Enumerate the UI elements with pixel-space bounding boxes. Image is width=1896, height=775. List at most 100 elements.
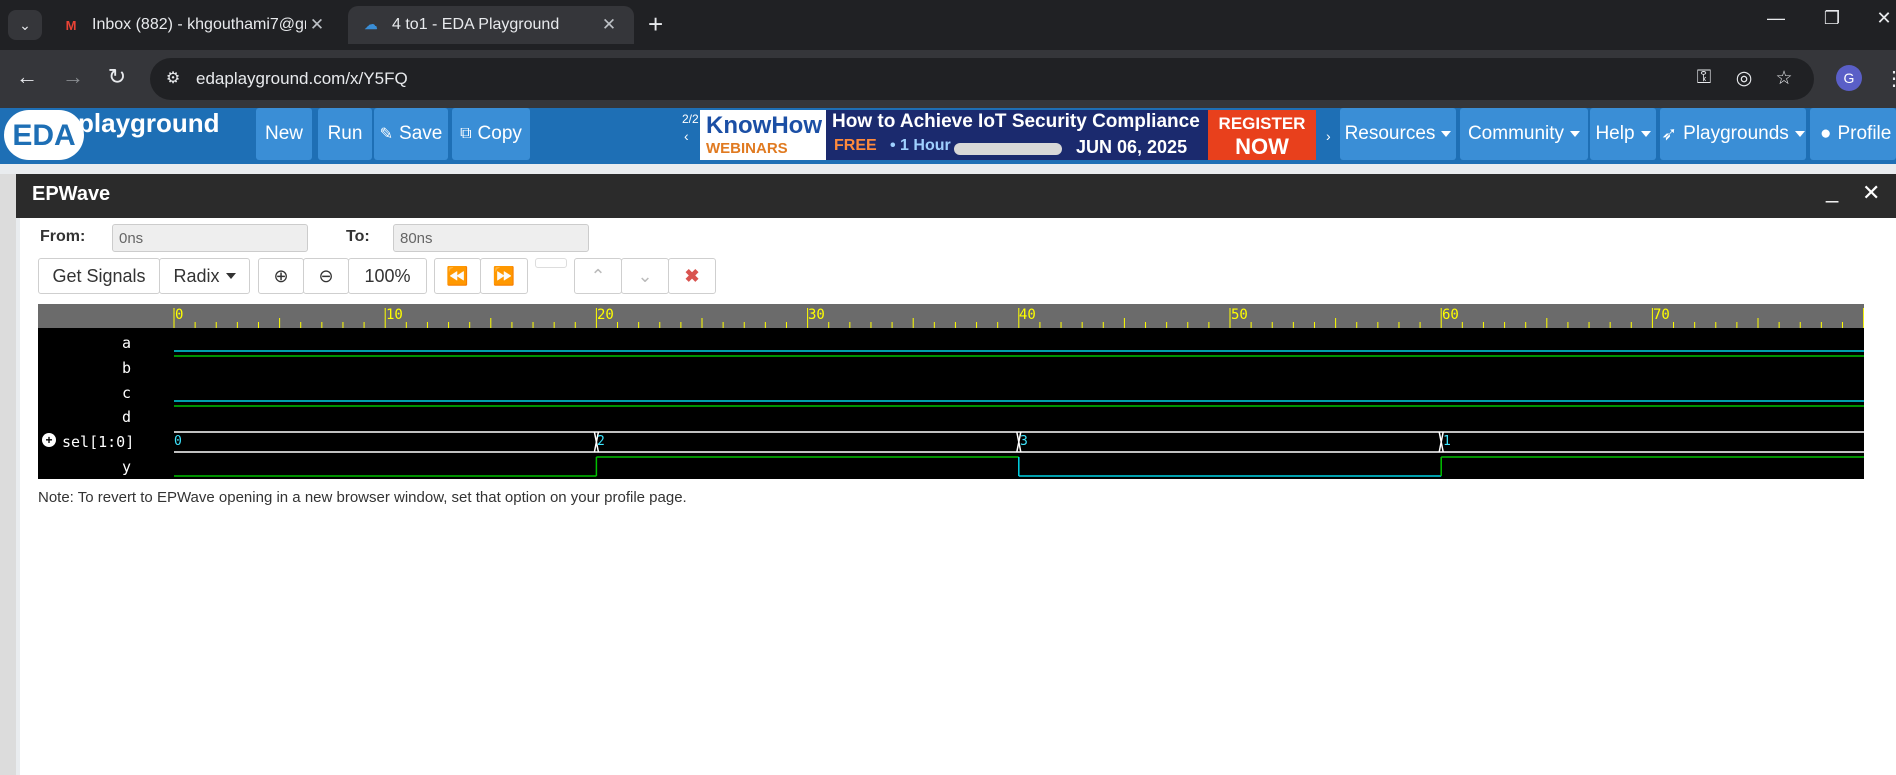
- zoom-in-icon: ⊕: [273, 265, 289, 286]
- help-label: Help: [1595, 123, 1635, 144]
- gmail-icon: M: [65, 17, 77, 33]
- small-blank-button[interactable]: [535, 258, 567, 268]
- to-input[interactable]: 80ns: [393, 224, 589, 252]
- playgrounds-menu[interactable]: ➶ Playgrounds: [1660, 108, 1806, 160]
- radix-button[interactable]: Radix: [159, 258, 250, 294]
- ad-date: JUN 06, 2025: [1076, 137, 1188, 157]
- close-icon[interactable]: ✕: [1862, 180, 1880, 206]
- fast-forward-icon: ⏩: [492, 265, 516, 286]
- ad-prev-icon[interactable]: ‹: [684, 128, 689, 144]
- signal-name-d[interactable]: d: [122, 408, 131, 426]
- tab-title: 4 to1 - EDA Playground: [392, 16, 560, 33]
- reload-icon[interactable]: ↻: [102, 64, 132, 90]
- zoom-out-icon: ⊖: [318, 265, 334, 286]
- chevron-down-icon: [1794, 131, 1805, 137]
- from-label: From:: [40, 228, 86, 245]
- run-button-label: Run: [327, 123, 363, 144]
- tab-gmail[interactable]: M Inbox (882) - khgouthami7@gmail.com ✕: [48, 6, 342, 44]
- resources-label: Resources: [1344, 123, 1436, 144]
- community-menu[interactable]: Community: [1460, 108, 1588, 160]
- tab-title: Inbox (882) - khgouthami7@gmail.com: [92, 16, 306, 33]
- ad-free: FREE: [834, 137, 877, 154]
- signal-name-c[interactable]: c: [122, 384, 131, 402]
- browser-menu-icon[interactable]: ⋮: [1884, 66, 1896, 91]
- ruler-label: 30: [808, 307, 825, 323]
- ad-now-text: NOW: [1235, 134, 1289, 159]
- chevron-down-icon: [1640, 131, 1651, 137]
- zoom-out-button[interactable]: ⊖: [303, 258, 349, 294]
- address-bar[interactable]: ⚙ edaplayground.com/x/Y5FQ ⚿ ◎ ☆: [150, 58, 1814, 100]
- profile-label: Profile: [1837, 123, 1892, 144]
- fast-forward-button[interactable]: ⏩: [480, 258, 528, 294]
- ad-slider: [954, 143, 1062, 155]
- close-window-button[interactable]: ✕: [1864, 8, 1896, 29]
- from-input[interactable]: 0ns: [112, 224, 308, 252]
- sel-value: 1: [1443, 434, 1451, 449]
- ruler-label: 60: [1442, 307, 1459, 323]
- waveform-canvas: [38, 304, 1864, 477]
- browser-toolbar: ← → ↻ ⚙ edaplayground.com/x/Y5FQ ⚿ ◎ ☆: [0, 50, 1896, 108]
- back-icon[interactable]: ←: [12, 64, 42, 90]
- chevron-down-icon: [1570, 131, 1581, 137]
- close-icon[interactable]: ✕: [306, 15, 328, 35]
- copy-button-label: Copy: [477, 123, 522, 144]
- forward-icon[interactable]: →: [58, 64, 88, 90]
- tab-list-button[interactable]: ⌄: [8, 10, 42, 40]
- chevron-down-icon: [225, 273, 236, 279]
- run-button[interactable]: Run: [318, 108, 372, 160]
- sel-value: 0: [174, 434, 182, 449]
- save-button[interactable]: ✎ Save: [374, 108, 448, 160]
- pencil-icon: ✎: [379, 126, 394, 143]
- site-settings-icon[interactable]: ⚙: [162, 68, 184, 90]
- ruler-label: 0: [175, 307, 184, 323]
- profile-menu[interactable]: ● Profile: [1810, 108, 1896, 160]
- eye-off-icon[interactable]: ◎: [1730, 67, 1758, 90]
- ad-brand-box: KnowHow WEBINARS: [700, 110, 826, 160]
- ad-next-icon[interactable]: ›: [1326, 128, 1331, 144]
- help-menu[interactable]: Help: [1590, 108, 1656, 160]
- signal-name-sel[interactable]: sel[1:0]: [62, 433, 134, 451]
- ad-brand-sub: WEBINARS: [706, 140, 788, 157]
- signal-name-a[interactable]: a: [122, 334, 131, 352]
- eda-logo-text[interactable]: playground: [78, 108, 220, 139]
- close-icon[interactable]: ✕: [598, 15, 620, 35]
- resources-menu[interactable]: Resources: [1340, 108, 1456, 160]
- move-down-button[interactable]: ⌄: [621, 258, 669, 294]
- restore-window-button[interactable]: ❐: [1812, 8, 1852, 29]
- signal-name-b[interactable]: b: [122, 359, 131, 377]
- waveform-viewer[interactable]: 0 10 20 30 40 50 60 70 a b c d + sel[1:0…: [38, 304, 1864, 479]
- chevron-down-icon: [1441, 131, 1452, 137]
- time-ruler: [38, 304, 1864, 328]
- ruler-label: 10: [386, 307, 403, 323]
- ad-register-button[interactable]: REGISTER NOW: [1208, 110, 1316, 160]
- minimize-window-button[interactable]: —: [1756, 8, 1796, 29]
- url-text[interactable]: edaplayground.com/x/Y5FQ: [196, 69, 408, 89]
- page-left-edge: [0, 174, 16, 775]
- key-icon[interactable]: ⚿: [1690, 67, 1718, 89]
- copy-button[interactable]: ⧉ Copy: [452, 108, 530, 160]
- bookmark-star-icon[interactable]: ☆: [1770, 67, 1798, 90]
- move-up-button[interactable]: ⌃: [574, 258, 622, 294]
- zoom-in-button[interactable]: ⊕: [258, 258, 304, 294]
- new-tab-button[interactable]: +: [648, 10, 663, 38]
- eda-logo[interactable]: EDA: [4, 110, 84, 160]
- ad-counter: 2/2: [682, 112, 699, 126]
- get-signals-button[interactable]: Get Signals: [38, 258, 160, 294]
- new-button-label: New: [264, 123, 303, 144]
- new-button[interactable]: New: [256, 108, 312, 160]
- profile-avatar[interactable]: G: [1836, 65, 1862, 91]
- user-icon: ●: [1820, 123, 1832, 144]
- minimize-icon[interactable]: _: [1826, 178, 1838, 204]
- remove-signal-button[interactable]: ✖: [668, 258, 716, 294]
- radix-label: Radix: [173, 265, 220, 286]
- rocket-icon: ➶: [1661, 123, 1678, 145]
- tab-eda-playground[interactable]: ☁ 4 to1 - EDA Playground ✕: [348, 6, 634, 44]
- epwave-note: Note: To revert to EPWave opening in a n…: [38, 489, 687, 506]
- rewind-button[interactable]: ⏪: [434, 258, 481, 294]
- signal-name-y[interactable]: y: [122, 458, 131, 476]
- zoom-level[interactable]: 100%: [348, 258, 427, 294]
- ad-banner[interactable]: KnowHow WEBINARS How to Achieve IoT Secu…: [700, 110, 1316, 160]
- expand-icon[interactable]: +: [42, 433, 56, 447]
- to-label: To:: [346, 228, 370, 245]
- rewind-icon: ⏪: [446, 265, 469, 286]
